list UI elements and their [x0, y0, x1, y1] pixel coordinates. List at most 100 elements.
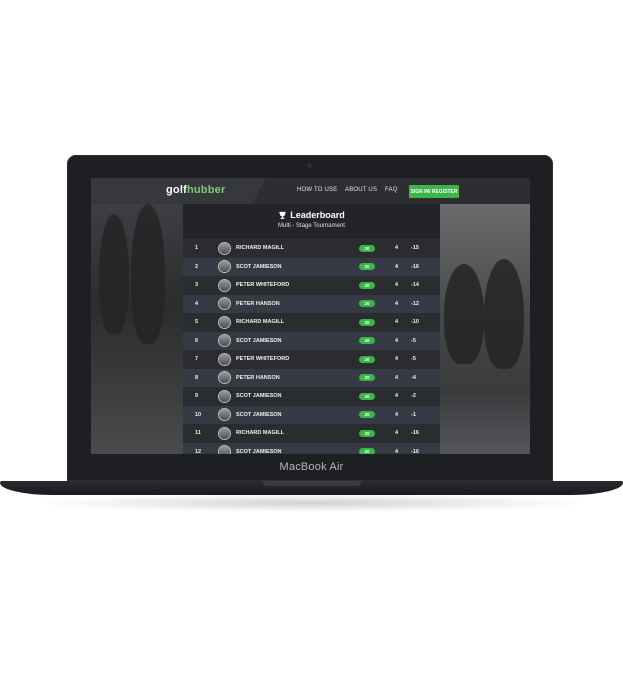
- logo-text-hubber: hubber: [186, 184, 226, 196]
- table-row[interactable]: 5 RICHARD MAGILL 20 4 -10: [183, 313, 440, 332]
- laptop-notch: [262, 481, 362, 486]
- score-badge: 20: [359, 318, 375, 326]
- total-cell: -12: [411, 300, 419, 307]
- player-name: PETER WHITEFORD: [236, 356, 290, 363]
- stage-cell: 4: [395, 356, 399, 363]
- player-name: PETER HANSON: [236, 300, 280, 307]
- tree-shape: [131, 204, 165, 344]
- logo-text-golf: golf: [166, 184, 187, 196]
- laptop-screen: golfhubber HOW TO USE ABOUT US FAQ SIGN …: [91, 178, 530, 454]
- total-cell: -16: [411, 448, 419, 454]
- table-row[interactable]: 1 RICHARD MAGILL 20 4 -15: [183, 239, 440, 258]
- rank-cell: 9: [195, 393, 199, 400]
- score-badge: 20: [359, 244, 375, 252]
- stage-cell: 4: [395, 448, 399, 454]
- background-photo-right: [440, 204, 530, 454]
- rank-cell: 1: [195, 245, 199, 252]
- avatar: [219, 372, 230, 384]
- trophy-icon: [279, 211, 287, 219]
- top-navbar: golfhubber HOW TO USE ABOUT US FAQ SIGN …: [91, 178, 530, 204]
- total-cell: -5: [411, 337, 416, 344]
- stage-cell: 4: [395, 411, 399, 418]
- player-name: SCOT JAMIESON: [236, 448, 282, 454]
- player-name: RICHARD MAGILL: [236, 319, 284, 326]
- score-badge: 20: [359, 337, 375, 345]
- site-logo[interactable]: golfhubber: [166, 184, 225, 196]
- score-badge: 20: [359, 355, 375, 363]
- player-name: PETER HANSON: [236, 374, 280, 381]
- score-badge: 20: [359, 300, 375, 308]
- rank-cell: 4: [195, 300, 199, 307]
- nav-link-about-us[interactable]: ABOUT US: [345, 187, 377, 193]
- tree-shape: [99, 214, 129, 334]
- total-cell: -2: [411, 393, 416, 400]
- table-row[interactable]: 8 PETER HANSON 20 4 -4: [183, 368, 440, 387]
- table-row[interactable]: 2 SCOT JAMIESON 20 4 -16: [183, 257, 440, 276]
- leaderboard-panel: Leaderboard Multi - Stage Tournament 1 RI…: [183, 204, 440, 454]
- score-badge: 20: [359, 448, 375, 454]
- rank-cell: 5: [195, 319, 199, 326]
- score-badge: 20: [359, 281, 375, 289]
- total-cell: -4: [411, 374, 416, 381]
- total-cell: -16: [411, 430, 419, 437]
- nav-link-faq[interactable]: FAQ: [385, 187, 398, 193]
- avatar: [219, 409, 230, 421]
- table-row[interactable]: 10 SCOT JAMIESON 20 4 -1: [183, 405, 440, 424]
- avatar: [219, 316, 230, 328]
- player-name: RICHARD MAGILL: [236, 245, 284, 252]
- signin-register-button[interactable]: SIGN IN/ REGISTER: [409, 185, 459, 198]
- camera-icon: [307, 163, 312, 168]
- leaderboard-title: Leaderboard: [290, 210, 345, 220]
- table-row[interactable]: 3 PETER WHITEFORD 20 4 -14: [183, 276, 440, 295]
- total-cell: -15: [411, 245, 419, 252]
- rank-cell: 3: [195, 282, 199, 289]
- avatar: [219, 427, 230, 439]
- score-badge: 20: [359, 374, 375, 382]
- background-photo-left: [91, 204, 183, 454]
- leaderboard-rows: 1 RICHARD MAGILL 20 4 -15 2 SCOT JAMIESON 20 4 -1…: [183, 239, 440, 454]
- avatar: [219, 298, 230, 310]
- tree-shape: [444, 264, 484, 364]
- total-cell: -1: [411, 411, 416, 418]
- player-name: SCOT JAMIESON: [236, 337, 282, 344]
- rank-cell: 10: [195, 411, 202, 418]
- score-badge: 20: [359, 429, 375, 437]
- rank-cell: 6: [195, 337, 199, 344]
- table-row[interactable]: 11 RICHARD MAGILL 20 4 -16: [183, 424, 440, 443]
- table-row[interactable]: 6 SCOT JAMIESON 20 4 -5: [183, 331, 440, 350]
- table-row[interactable]: 9 SCOT JAMIESON 20 4 -2: [183, 387, 440, 406]
- rank-cell: 2: [195, 263, 199, 270]
- score-badge: 20: [359, 263, 375, 271]
- avatar: [219, 390, 230, 402]
- leaderboard-subtitle: Multi - Stage Tournament: [278, 223, 345, 229]
- stage-cell: 4: [395, 337, 399, 344]
- macbook-label: MacBook Air: [279, 461, 344, 473]
- table-row[interactable]: 4 PETER HANSON 20 4 -12: [183, 294, 440, 313]
- stage-cell: 4: [395, 374, 399, 381]
- avatar: [219, 335, 230, 347]
- player-name: PETER WHITEFORD: [236, 282, 290, 289]
- nav-link-how-to-use[interactable]: HOW TO USE: [297, 187, 337, 193]
- avatar: [219, 446, 230, 454]
- rank-cell: 12: [195, 448, 202, 454]
- avatar: [219, 353, 230, 365]
- avatar: [219, 261, 230, 273]
- stage-cell: 4: [395, 263, 399, 270]
- stage-cell: 4: [395, 319, 399, 326]
- tree-shape: [484, 259, 524, 369]
- total-cell: -5: [411, 356, 416, 363]
- stage-cell: 4: [395, 393, 399, 400]
- table-row[interactable]: 7 PETER WHITEFORD 20 4 -5: [183, 350, 440, 369]
- score-badge: 20: [359, 411, 375, 419]
- player-name: RICHARD MAGILL: [236, 430, 284, 437]
- table-row[interactable]: 12 SCOT JAMIESON 20 4 -16: [183, 442, 440, 454]
- stage-cell: 4: [395, 430, 399, 437]
- total-cell: -14: [411, 282, 419, 289]
- avatar: [219, 279, 230, 291]
- leaderboard-header: Leaderboard Multi - Stage Tournament: [183, 204, 440, 236]
- stage-cell: 4: [395, 282, 399, 289]
- title-row: Leaderboard: [183, 210, 440, 220]
- stage-cell: 4: [395, 245, 399, 252]
- rank-cell: 8: [195, 374, 199, 381]
- player-name: SCOT JAMIESON: [236, 263, 282, 270]
